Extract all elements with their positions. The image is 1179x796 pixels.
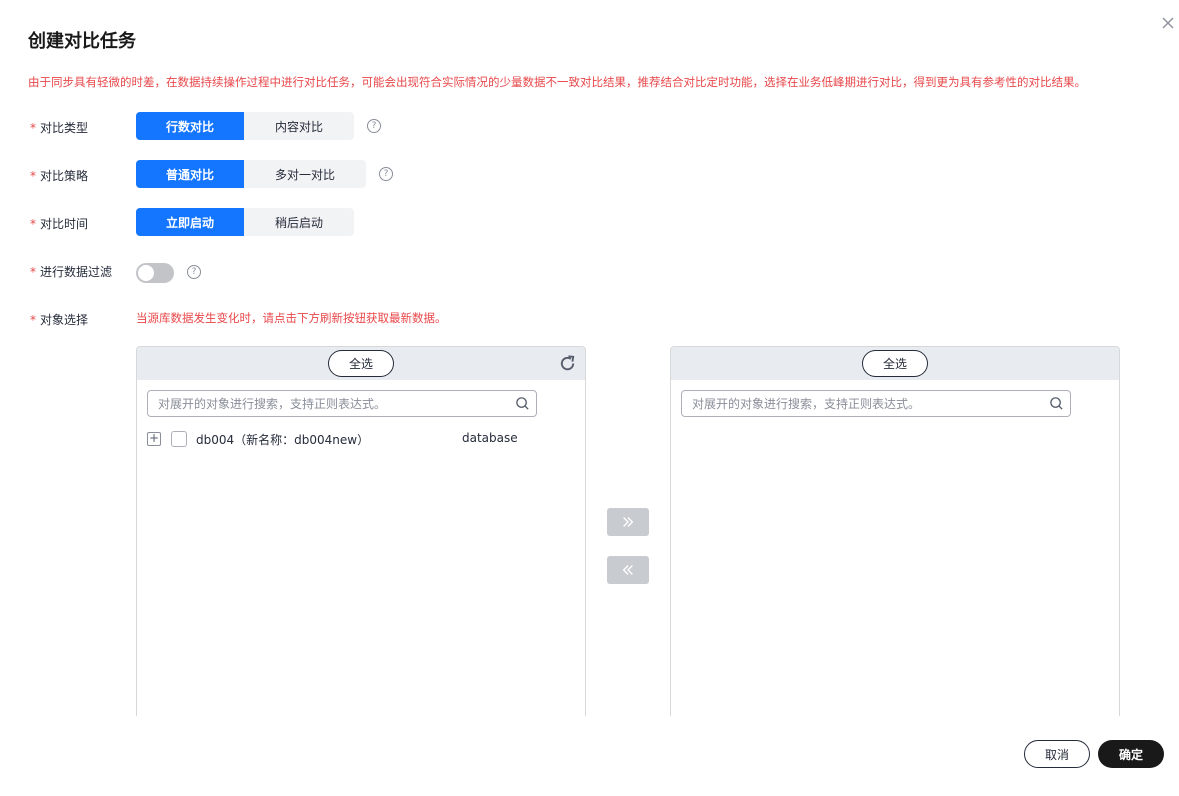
move-right-button[interactable]: [607, 508, 649, 536]
compare-strategy-label: * 对比策略: [30, 169, 89, 183]
toggle-knob: [138, 265, 154, 281]
compare-strategy-option-many-to-one[interactable]: 多对一对比: [244, 160, 366, 188]
data-filter-toggle[interactable]: [136, 263, 174, 283]
object-name: db004（新名称：db004new）: [196, 433, 370, 447]
double-chevron-right-icon: [623, 517, 634, 527]
dialog-title: 创建对比任务: [28, 31, 136, 52]
help-icon[interactable]: ?: [367, 119, 381, 133]
required-mark: *: [30, 265, 36, 279]
search-input[interactable]: 对展开的对象进行搜索，支持正则表达式。: [681, 390, 1071, 417]
required-mark: *: [30, 169, 36, 183]
compare-type-segmented: 行数对比 内容对比: [136, 112, 354, 140]
required-mark: *: [30, 217, 36, 231]
panel-header: 全选: [137, 347, 585, 380]
object-select-hint: 当源库数据发生变化时，请点击下方刷新按钮获取最新数据。: [136, 311, 447, 325]
compare-type-label: * 对比类型: [30, 121, 89, 135]
panel-header: 全选: [671, 347, 1119, 380]
search-placeholder: 对展开的对象进行搜索，支持正则表达式。: [692, 397, 921, 411]
compare-time-segmented: 立即启动 稍后启动: [136, 208, 354, 236]
object-type: database: [462, 431, 518, 445]
refresh-icon[interactable]: [558, 354, 577, 373]
selected-object-panel: 全选 对展开的对象进行搜索，支持正则表达式。: [670, 346, 1120, 716]
required-mark: *: [30, 121, 36, 135]
compare-strategy-option-normal[interactable]: 普通对比: [136, 160, 244, 188]
search-input[interactable]: 对展开的对象进行搜索，支持正则表达式。: [147, 390, 537, 417]
double-chevron-left-icon: [622, 565, 633, 575]
search-icon[interactable]: [1043, 391, 1070, 416]
search-icon[interactable]: [509, 391, 536, 416]
help-icon[interactable]: ?: [379, 167, 393, 181]
close-icon[interactable]: [1160, 15, 1176, 31]
data-filter-label: * 进行数据过滤: [30, 265, 113, 279]
select-all-button[interactable]: 全选: [328, 350, 394, 377]
compare-time-option-later[interactable]: 稍后启动: [244, 208, 354, 236]
select-all-button[interactable]: 全选: [862, 350, 928, 377]
compare-strategy-segmented: 普通对比 多对一对比: [136, 160, 366, 188]
source-object-panel: 全选 对展开的对象进行搜索，支持正则表达式。 + db004（新名称：db004…: [136, 346, 586, 716]
object-select-label: * 对象选择: [30, 313, 89, 327]
row-checkbox[interactable]: [171, 431, 187, 447]
move-left-button[interactable]: [607, 556, 649, 584]
help-icon[interactable]: ?: [187, 265, 201, 279]
required-mark: *: [30, 313, 36, 327]
expand-icon[interactable]: +: [147, 432, 161, 446]
comparison-notice: 由于同步具有轻微的时差，在数据持续操作过程中进行对比任务，可能会出现符合实际情况…: [28, 75, 1086, 89]
compare-type-option-content[interactable]: 内容对比: [244, 112, 354, 140]
list-item: + db004（新名称：db004new） database: [147, 429, 567, 449]
search-placeholder: 对展开的对象进行搜索，支持正则表达式。: [158, 397, 387, 411]
compare-time-option-now[interactable]: 立即启动: [136, 208, 244, 236]
cancel-button[interactable]: 取消: [1024, 740, 1090, 768]
confirm-button[interactable]: 确定: [1098, 740, 1164, 768]
compare-type-option-row-count[interactable]: 行数对比: [136, 112, 244, 140]
compare-time-label: * 对比时间: [30, 217, 89, 231]
